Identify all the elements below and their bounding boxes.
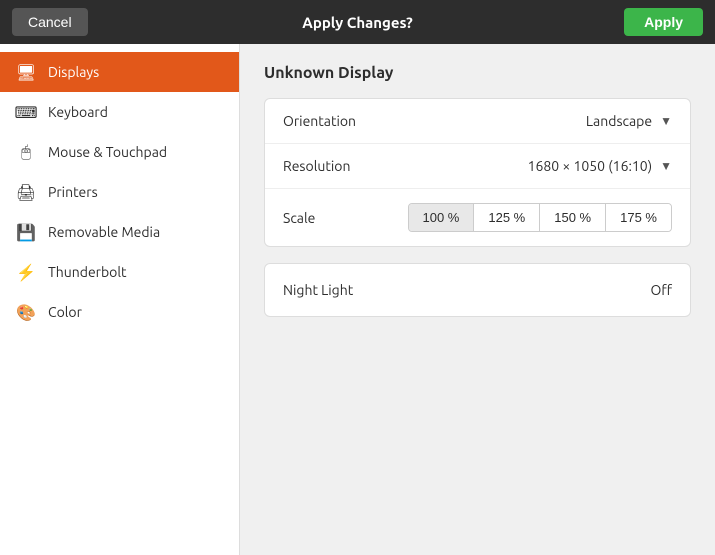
resolution-label: Resolution [283,158,528,174]
sidebar-label-keyboard: Keyboard [48,104,108,120]
apply-button[interactable]: Apply [624,8,703,36]
sidebar-item-removable-media[interactable]: 💾 Removable Media [0,212,239,252]
keyboard-icon: ⌨ [16,102,36,122]
color-icon: 🎨 [16,302,36,322]
scale-btn-175pct[interactable]: 175 % [606,204,671,231]
topbar-title: Apply Changes? [302,14,412,31]
topbar: Cancel Apply Changes? Apply [0,0,715,44]
sidebar-label-color: Color [48,304,82,320]
mouse-touchpad-icon: 🖱 [16,142,36,162]
sidebar-item-keyboard[interactable]: ⌨ Keyboard [0,92,239,132]
scale-btn-100pct[interactable]: 100 % [409,204,475,231]
orientation-value-container[interactable]: Landscape ▼ [586,113,672,129]
sidebar-label-printers: Printers [48,184,98,200]
resolution-row: Resolution 1680 × 1050 (16:10) ▼ [265,144,690,189]
sidebar: 🖥 Displays ⌨ Keyboard 🖱 Mouse & Touchpad 🖨 Prin… [0,44,240,555]
scale-buttons: 100 %125 %150 %175 % [408,203,673,232]
sidebar-item-color[interactable]: 🎨 Color [0,292,239,332]
orientation-label: Orientation [283,113,586,129]
resolution-value: 1680 × 1050 (16:10) [528,158,653,174]
display-settings-card: Orientation Landscape ▼ Resolution 1680 … [264,98,691,247]
sidebar-item-thunderbolt[interactable]: ⚡ Thunderbolt [0,252,239,292]
night-light-label: Night Light [283,282,650,298]
sidebar-label-removable-media: Removable Media [48,224,160,240]
resolution-dropdown-icon: ▼ [660,159,672,173]
resolution-value-container[interactable]: 1680 × 1050 (16:10) ▼ [528,158,672,174]
orientation-row: Orientation Landscape ▼ [265,99,690,144]
sidebar-item-printers[interactable]: 🖨 Printers [0,172,239,212]
scale-row: Scale 100 %125 %150 %175 % [265,189,690,246]
sidebar-label-displays: Displays [48,64,99,80]
cancel-button[interactable]: Cancel [12,8,88,36]
sidebar-label-mouse-touchpad: Mouse & Touchpad [48,144,167,160]
orientation-dropdown-icon: ▼ [660,114,672,128]
main-layout: 🖥 Displays ⌨ Keyboard 🖱 Mouse & Touchpad 🖨 Prin… [0,44,715,555]
removable-media-icon: 💾 [16,222,36,242]
content-area: Unknown Display Orientation Landscape ▼ … [240,44,715,555]
orientation-value: Landscape [586,113,652,129]
displays-icon: 🖥 [16,62,36,82]
sidebar-label-thunderbolt: Thunderbolt [48,264,127,280]
scale-btn-150pct[interactable]: 150 % [540,204,606,231]
sidebar-item-displays[interactable]: 🖥 Displays [0,52,239,92]
display-title: Unknown Display [264,64,691,82]
scale-label: Scale [283,210,408,226]
thunderbolt-icon: ⚡ [16,262,36,282]
printers-icon: 🖨 [16,182,36,202]
night-light-value: Off [650,282,672,298]
scale-btn-125pct[interactable]: 125 % [474,204,540,231]
night-light-card: Night Light Off [264,263,691,317]
sidebar-item-mouse-touchpad[interactable]: 🖱 Mouse & Touchpad [0,132,239,172]
night-light-row[interactable]: Night Light Off [265,264,690,316]
